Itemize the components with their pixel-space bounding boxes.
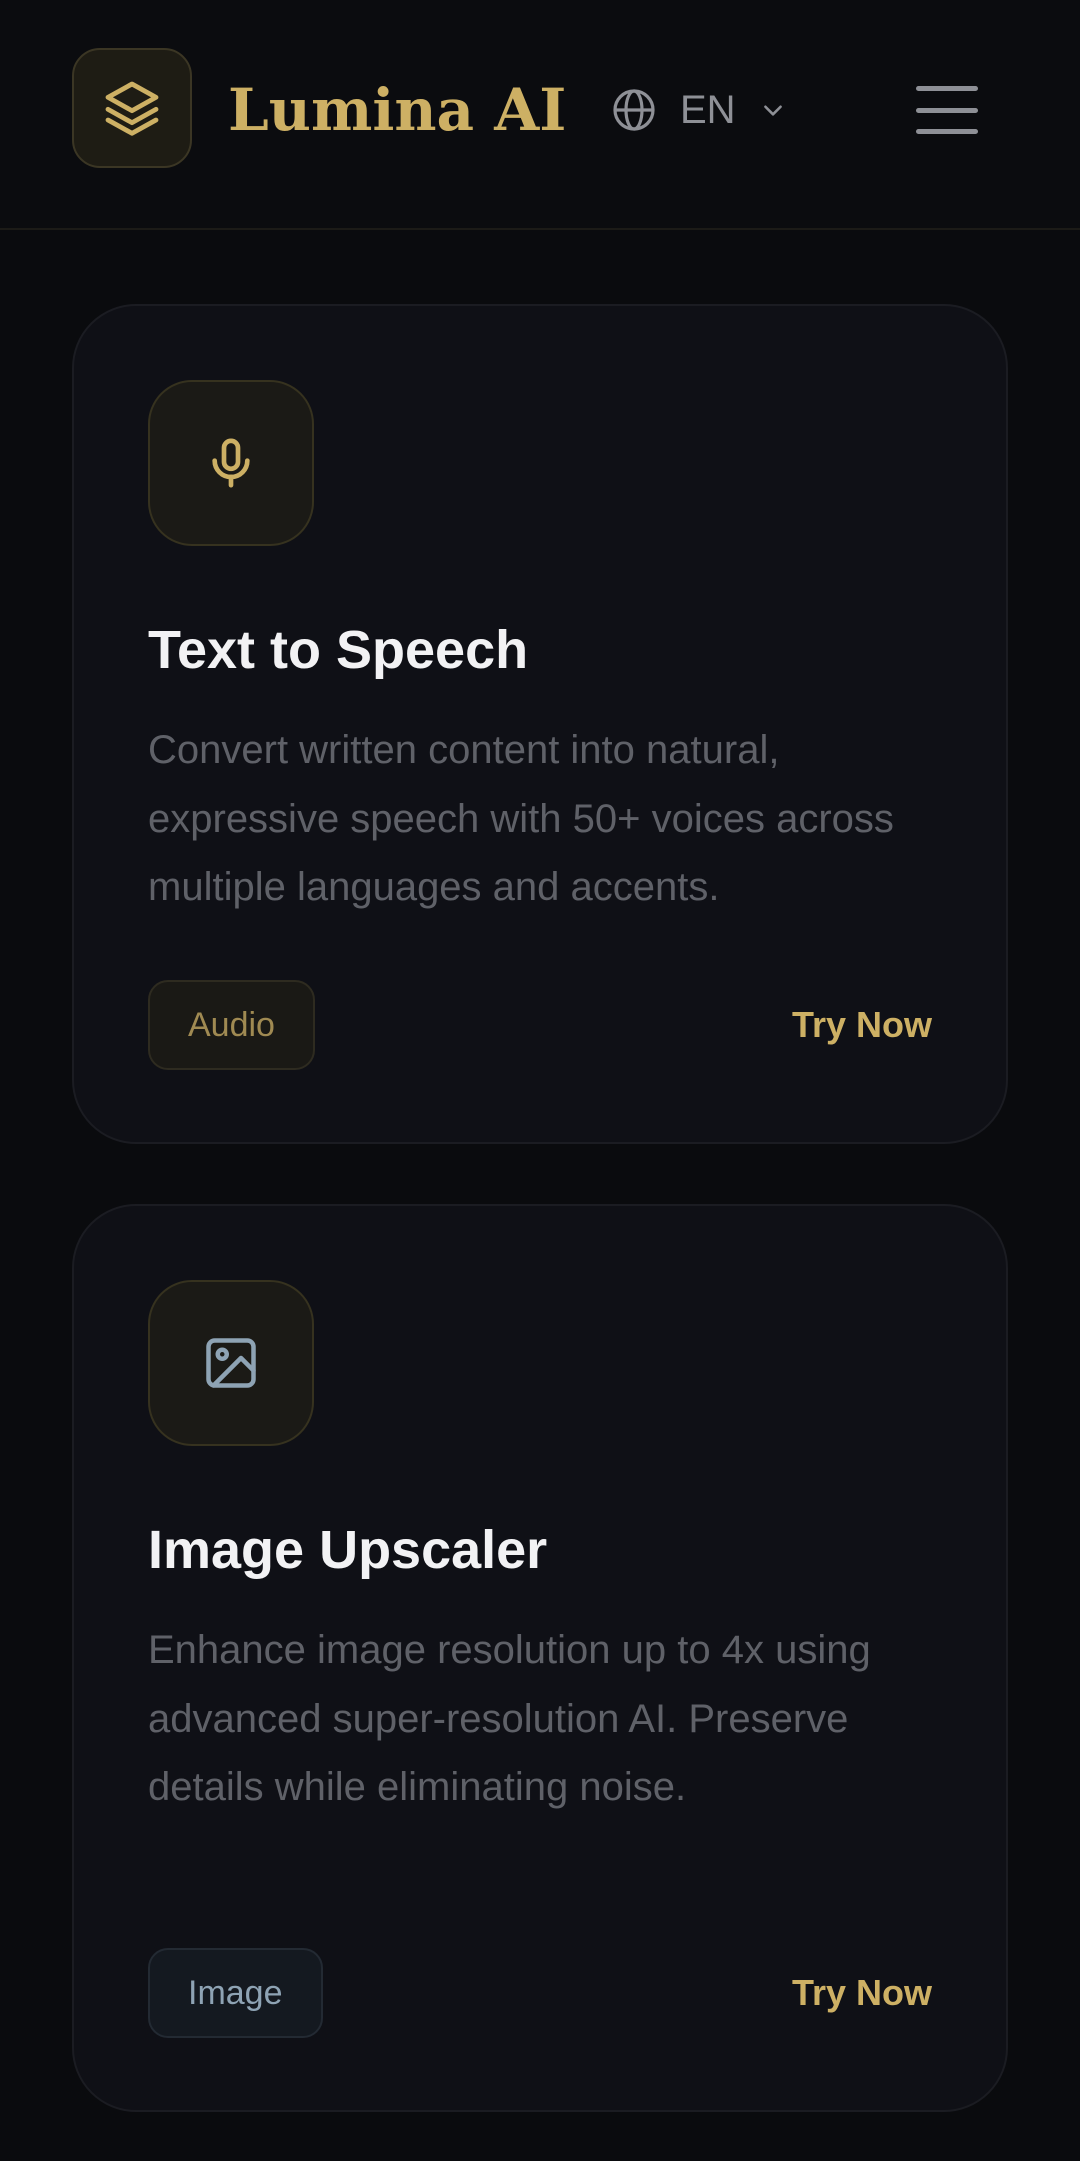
card-title: Image Upscaler (148, 1520, 548, 1580)
globe-icon (613, 89, 655, 131)
category-tag-image: Image (148, 1948, 323, 2038)
card-description: Convert written content into natural, ex… (148, 728, 894, 909)
card-icon-container (148, 1280, 314, 1446)
tool-card-image-upscaler[interactable]: Image Upscaler Enhance image resolution … (72, 1204, 1008, 2112)
hamburger-menu-icon[interactable] (912, 80, 982, 140)
brand-name[interactable]: Lumina AI (228, 70, 566, 150)
card-description: Enhance image resolution up to 4x using … (148, 1628, 871, 1809)
microphone-icon (212, 438, 250, 488)
menu-line (916, 86, 978, 91)
image-icon (206, 1338, 256, 1388)
language-selector[interactable]: EN (610, 82, 786, 138)
category-tag-audio: Audio (148, 980, 315, 1070)
tool-card-text-to-speech[interactable]: Text to Speech Convert written content i… (72, 304, 1008, 1144)
try-now-button[interactable]: Try Now (792, 1948, 932, 2038)
try-now-button[interactable]: Try Now (792, 980, 932, 1070)
language-label: EN (680, 87, 736, 132)
menu-line (916, 107, 978, 113)
logo-button[interactable] (72, 48, 192, 168)
card-title: Text to Speech (148, 620, 529, 680)
menu-line (916, 129, 978, 134)
chevron-down-icon (763, 105, 782, 116)
layers-icon (105, 81, 159, 136)
card-icon-container (148, 380, 314, 546)
app-header: Lumina AI EN (0, 0, 1080, 230)
